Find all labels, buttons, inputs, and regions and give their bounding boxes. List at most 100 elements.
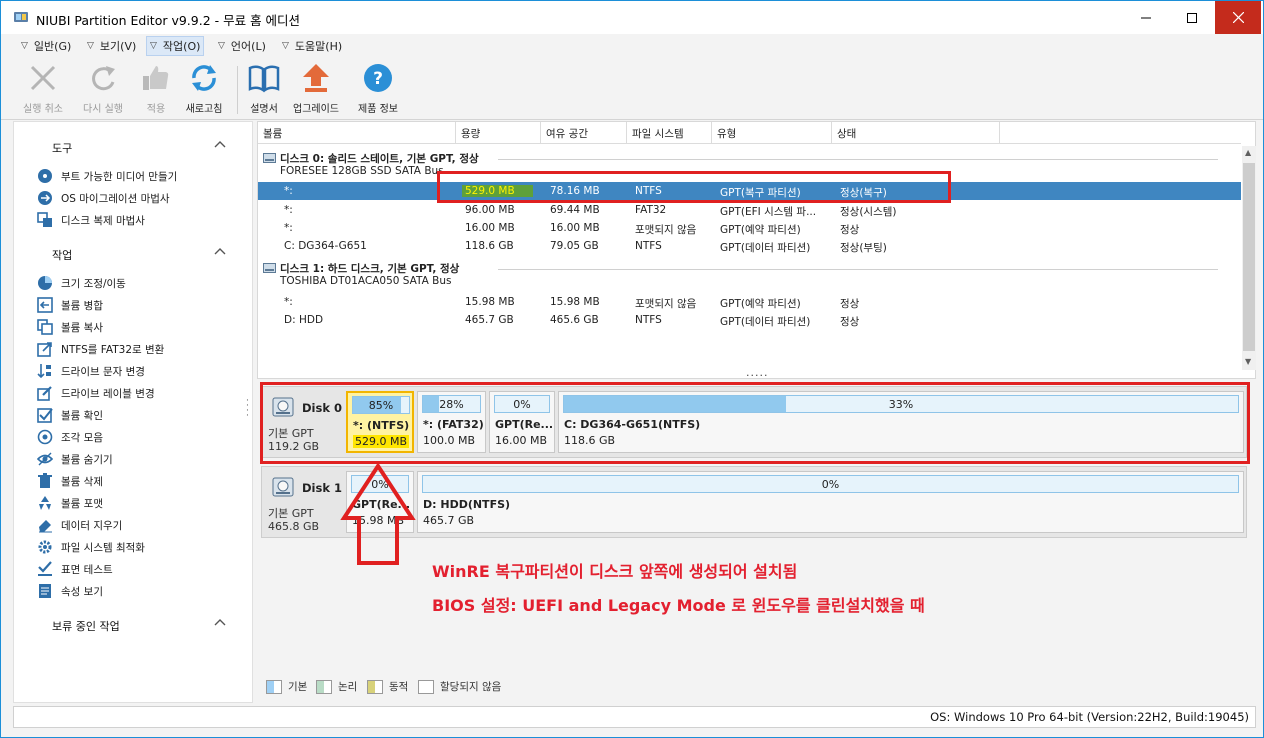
op-format-volume[interactable]: 볼륨 포맷 [37, 493, 103, 513]
legend-item: 할당되지 않음 [418, 679, 501, 694]
upgrade-arrow-icon [303, 64, 329, 92]
col-empty [1000, 122, 1241, 144]
legend-swatch [367, 679, 383, 694]
properties-icon [37, 583, 53, 599]
redo-button[interactable]: 다시 실행 [83, 60, 123, 118]
col-type[interactable]: 유형 [712, 122, 832, 144]
operations-group-header[interactable]: 작업 [14, 242, 252, 266]
merge-icon [37, 297, 53, 313]
table-row[interactable]: *: 15.98 MB 15.98 MB 포맷되지 않음 GPT(예약 파티션)… [258, 293, 1241, 311]
edit-icon [37, 385, 53, 401]
gear-icon [37, 539, 53, 555]
op-resize-move[interactable]: 크기 조정/이동 [37, 273, 126, 293]
op-wipe-data[interactable]: 데이터 지우기 [37, 515, 122, 535]
table-row[interactable]: C: DG364-G651 118.6 GB 79.05 GB NTFS GPT… [258, 237, 1241, 255]
trash-icon [37, 473, 53, 489]
manual-button[interactable]: 설명서 [245, 60, 283, 118]
legend: 기본 논리 동적 할당되지 않음 [257, 673, 1256, 703]
col-volume[interactable]: 볼륨 [258, 122, 456, 144]
chevron-down-icon: ▽ [21, 41, 28, 51]
chevron-down-icon: ▽ [282, 41, 289, 51]
partition-table: 볼륨 용량 여유 공간 파일 시스템 유형 상태 디스크 0: 솔리드 스테이트… [257, 121, 1256, 379]
close-icon [1232, 12, 1244, 23]
op-convert-ntfs-fat32[interactable]: NTFS를 FAT32로 변환 [37, 339, 164, 359]
undo-button[interactable]: 실행 취소 [23, 60, 63, 118]
recycle-icon [37, 495, 53, 511]
maximize-icon [1187, 12, 1197, 23]
op-surface-test[interactable]: 표면 테스트 [37, 559, 113, 579]
annotation-line-2: BIOS 설정: UEFI and Legacy Mode 로 윈도우를 클린설… [432, 596, 925, 615]
table-row[interactable]: D: HDD 465.7 GB 465.6 GB NTFS GPT(데이터 파티… [258, 311, 1241, 329]
eraser-icon [37, 517, 53, 533]
check-icon [37, 407, 53, 423]
op-defragment[interactable]: 조각 모음 [37, 427, 103, 447]
op-optimize-fs[interactable]: 파일 시스템 최적화 [37, 537, 145, 557]
apply-button[interactable]: 적용 [137, 60, 175, 118]
op-check-volume[interactable]: 볼륨 확인 [37, 405, 103, 425]
os-migration-icon [37, 190, 53, 206]
refresh-button[interactable]: 새로고침 [185, 60, 223, 118]
menu-language[interactable]: ▽ 언어(L) [218, 36, 266, 56]
op-merge-volume[interactable]: 볼륨 병합 [37, 295, 103, 315]
partition-block[interactable]: 0% D: HDD(NTFS) 465.7 GB [417, 471, 1244, 533]
minimize-button[interactable] [1123, 1, 1169, 34]
highlight-box [437, 171, 951, 203]
tool-bootable-media[interactable]: 부트 가능한 미디어 만들기 [37, 166, 177, 186]
chevron-up-icon [214, 141, 226, 148]
toolbar: 실행 취소 다시 실행 적용 새로고침 설명서 업그레이드 ? 제품 정보 [1, 58, 1263, 120]
table-scrollbar[interactable]: ▲ ▼ [1242, 146, 1256, 370]
defrag-icon [37, 429, 53, 445]
menu-help[interactable]: ▽ 도움말(H) [282, 36, 342, 56]
scroll-up-icon[interactable]: ▲ [1245, 148, 1251, 157]
status-bar: OS: Windows 10 Pro 64-bit (Version:22H2,… [13, 706, 1256, 728]
eye-icon [37, 451, 53, 467]
window-title: NIUBI Partition Editor v9.9.2 - 무료 홈 에디션 [36, 13, 301, 28]
op-change-drive-letter[interactable]: 드라이브 문자 변경 [37, 361, 145, 381]
col-capacity[interactable]: 용량 [456, 122, 541, 144]
sort-icon [37, 363, 53, 379]
convert-icon [37, 341, 53, 357]
upgrade-button[interactable]: 업그레이드 [293, 60, 339, 118]
close-button[interactable] [1215, 1, 1261, 34]
legend-swatch [418, 679, 434, 694]
tools-group-header[interactable]: 도구 [14, 135, 252, 159]
chevron-down-icon: ▽ [218, 41, 225, 51]
table-row[interactable]: *: 16.00 MB 16.00 MB 포맷되지 않음 GPT(예약 파티션)… [258, 219, 1241, 237]
pending-group-header[interactable]: 보류 중인 작업 [14, 613, 252, 637]
menu-general[interactable]: ▽ 일반(G) [21, 36, 71, 56]
menu-view[interactable]: ▽ 보기(V) [87, 36, 136, 56]
op-delete-volume[interactable]: 볼륨 삭제 [37, 471, 103, 491]
col-filesystem[interactable]: 파일 시스템 [627, 122, 712, 144]
disk-icon [263, 263, 276, 273]
scroll-down-icon[interactable]: ▼ [1245, 357, 1251, 366]
tool-disk-clone[interactable]: 디스크 복제 마법사 [37, 210, 145, 230]
disk-header-row[interactable]: 디스크 1: 하드 디스크, 기본 GPT, 정상 TOSHIBA DT01AC… [258, 258, 1238, 290]
scroll-thumb[interactable] [1243, 163, 1255, 351]
usage-bar: 0% [422, 475, 1239, 493]
highlight-box [260, 382, 1250, 464]
col-status[interactable]: 상태 [832, 122, 1000, 144]
legend-swatch [316, 679, 332, 694]
op-properties[interactable]: 속성 보기 [37, 581, 103, 601]
help-icon: ? [363, 64, 392, 92]
copy-icon [37, 319, 53, 335]
col-free[interactable]: 여유 공간 [541, 122, 627, 144]
resize-handle[interactable]: ..... [746, 366, 768, 379]
menu-operations[interactable]: ▽ 작업(O) [146, 36, 205, 56]
op-hide-volume[interactable]: 볼륨 숨기기 [37, 449, 113, 469]
legend-item: 논리 [316, 679, 357, 694]
about-button[interactable]: ? 제품 정보 [358, 60, 398, 118]
os-info: OS: Windows 10 Pro 64-bit (Version:22H2,… [930, 710, 1249, 724]
op-copy-volume[interactable]: 볼륨 복사 [37, 317, 103, 337]
up-arrow-icon [340, 463, 416, 565]
disk-info[interactable]: Disk 1 기본 GPT 465.8 GB [262, 467, 344, 537]
divider [498, 269, 1218, 270]
panel-splitter[interactable]: · · · · [246, 397, 250, 421]
title-bar: NIUBI Partition Editor v9.9.2 - 무료 홈 에디션 [1, 1, 1263, 34]
maximize-button[interactable] [1169, 1, 1215, 34]
op-change-drive-label[interactable]: 드라이브 레이블 변경 [37, 383, 155, 403]
legend-swatch [266, 679, 282, 694]
tool-os-migration[interactable]: OS 마이그레이션 마법사 [37, 188, 170, 208]
undo-icon [30, 65, 56, 91]
table-row[interactable]: *: 96.00 MB 69.44 MB FAT32 GPT(EFI 시스템 파… [258, 201, 1241, 219]
